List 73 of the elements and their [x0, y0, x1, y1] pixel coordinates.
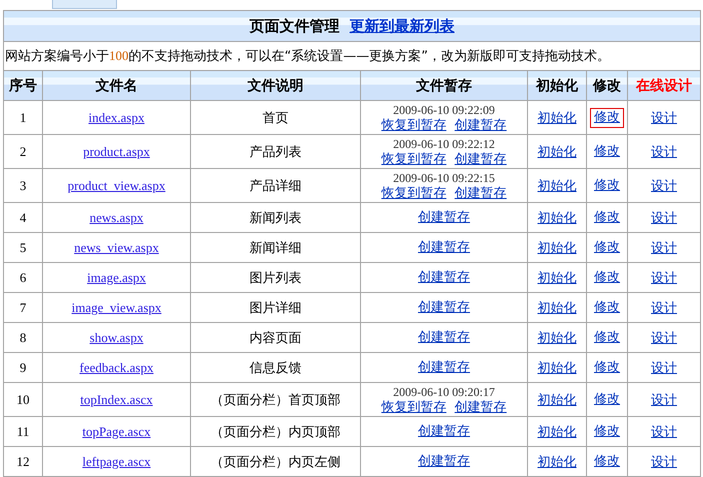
design-link[interactable]: 设计 [651, 454, 677, 470]
row-number: 3 [20, 178, 26, 192]
file-description: 产品详细 [250, 178, 302, 194]
column-header: 文件说明 [248, 78, 304, 94]
file-description: 内容页面 [250, 330, 302, 346]
file-description: 新闻详细 [250, 240, 302, 256]
create-backup-link[interactable]: 创建暂存 [418, 210, 470, 225]
row-number: 6 [20, 270, 26, 284]
row-number: 7 [20, 300, 26, 314]
file-link[interactable]: product.aspx [83, 144, 150, 158]
row-number: 11 [16, 424, 30, 438]
create-backup-link[interactable]: 创建暂存 [418, 424, 470, 439]
create-backup-link[interactable]: 创建暂存 [454, 152, 507, 166]
notice-text: 网站方案编号小于100的不支持拖动技术，可以在“系统设置——更换方案”，改为新版即可支持拖动技术。 [5, 49, 610, 64]
row-number: 5 [20, 240, 26, 254]
row-number: 2 [20, 144, 26, 158]
design-link[interactable]: 设计 [651, 360, 677, 376]
row-number: 8 [20, 330, 26, 344]
design-link[interactable]: 设计 [651, 270, 677, 286]
saved-time: 2009-06-10 09:20:17 [393, 384, 495, 398]
column-header: 序号 [9, 78, 37, 94]
file-description: 图片详细 [250, 300, 302, 316]
row-number: 9 [20, 360, 26, 374]
restore-link[interactable]: 恢复到暂存 [381, 186, 446, 200]
restore-link[interactable]: 恢复到暂存 [381, 118, 446, 132]
restore-link[interactable]: 恢复到暂存 [381, 152, 446, 166]
file-description: （页面分栏）首页顶部 [210, 392, 340, 408]
column-header: 在线设计 [636, 78, 692, 94]
saved-time: 2009-06-10 09:22:09 [393, 102, 495, 116]
create-backup-link[interactable]: 创建暂存 [418, 454, 470, 469]
row-number: 1 [20, 110, 26, 124]
create-backup-link[interactable]: 创建暂存 [454, 400, 507, 414]
design-link[interactable]: 设计 [651, 300, 677, 316]
design-link[interactable]: 设计 [651, 144, 677, 160]
row-number: 4 [20, 210, 26, 224]
file-description: 产品列表 [250, 144, 302, 160]
column-header: 初始化 [536, 78, 578, 94]
design-link[interactable]: 设计 [651, 424, 677, 440]
tab[interactable] [52, 0, 117, 9]
saved-time: 2009-06-10 09:22:15 [393, 170, 495, 184]
refresh-link[interactable]: 更新到最新列表 [350, 16, 454, 34]
create-backup-link[interactable]: 创建暂存 [418, 240, 470, 255]
row-number: 10 [16, 392, 30, 406]
design-link[interactable]: 设计 [651, 178, 677, 194]
saved-time: 2009-06-10 09:22:12 [393, 136, 495, 150]
create-backup-link[interactable]: 创建暂存 [454, 118, 507, 132]
file-link[interactable]: show.aspx [90, 330, 144, 344]
page-title: 页面文件管理 [250, 16, 340, 34]
file-description: 新闻列表 [250, 210, 302, 226]
design-link[interactable]: 设计 [651, 110, 677, 126]
design-link[interactable]: 设计 [651, 240, 677, 256]
file-description: 图片列表 [250, 270, 302, 286]
create-backup-link[interactable]: 创建暂存 [418, 330, 470, 345]
file-link[interactable]: news.aspx [90, 210, 144, 224]
column-header: 修改 [593, 78, 621, 94]
design-link[interactable]: 设计 [651, 392, 677, 408]
file-link[interactable]: image.aspx [87, 270, 146, 284]
file-description: 首页 [262, 110, 288, 126]
column-header: 文件暂存 [416, 78, 472, 94]
edit-link[interactable]: 修改 [590, 108, 624, 128]
file-description: 信息反馈 [250, 360, 302, 376]
create-backup-link[interactable]: 创建暂存 [418, 270, 470, 285]
restore-link[interactable]: 恢复到暂存 [381, 400, 446, 414]
file-description: （页面分栏）内页左侧 [210, 454, 340, 470]
design-link[interactable]: 设计 [651, 210, 677, 226]
column-header: 文件名 [96, 78, 138, 94]
file-description: （页面分栏）内页顶部 [210, 424, 340, 440]
create-backup-link[interactable]: 创建暂存 [418, 360, 470, 375]
file-link[interactable]: index.aspx [88, 110, 144, 124]
design-link[interactable]: 设计 [651, 330, 677, 346]
create-backup-link[interactable]: 创建暂存 [418, 300, 470, 315]
row-number: 12 [16, 454, 30, 468]
create-backup-link[interactable]: 创建暂存 [454, 186, 507, 200]
